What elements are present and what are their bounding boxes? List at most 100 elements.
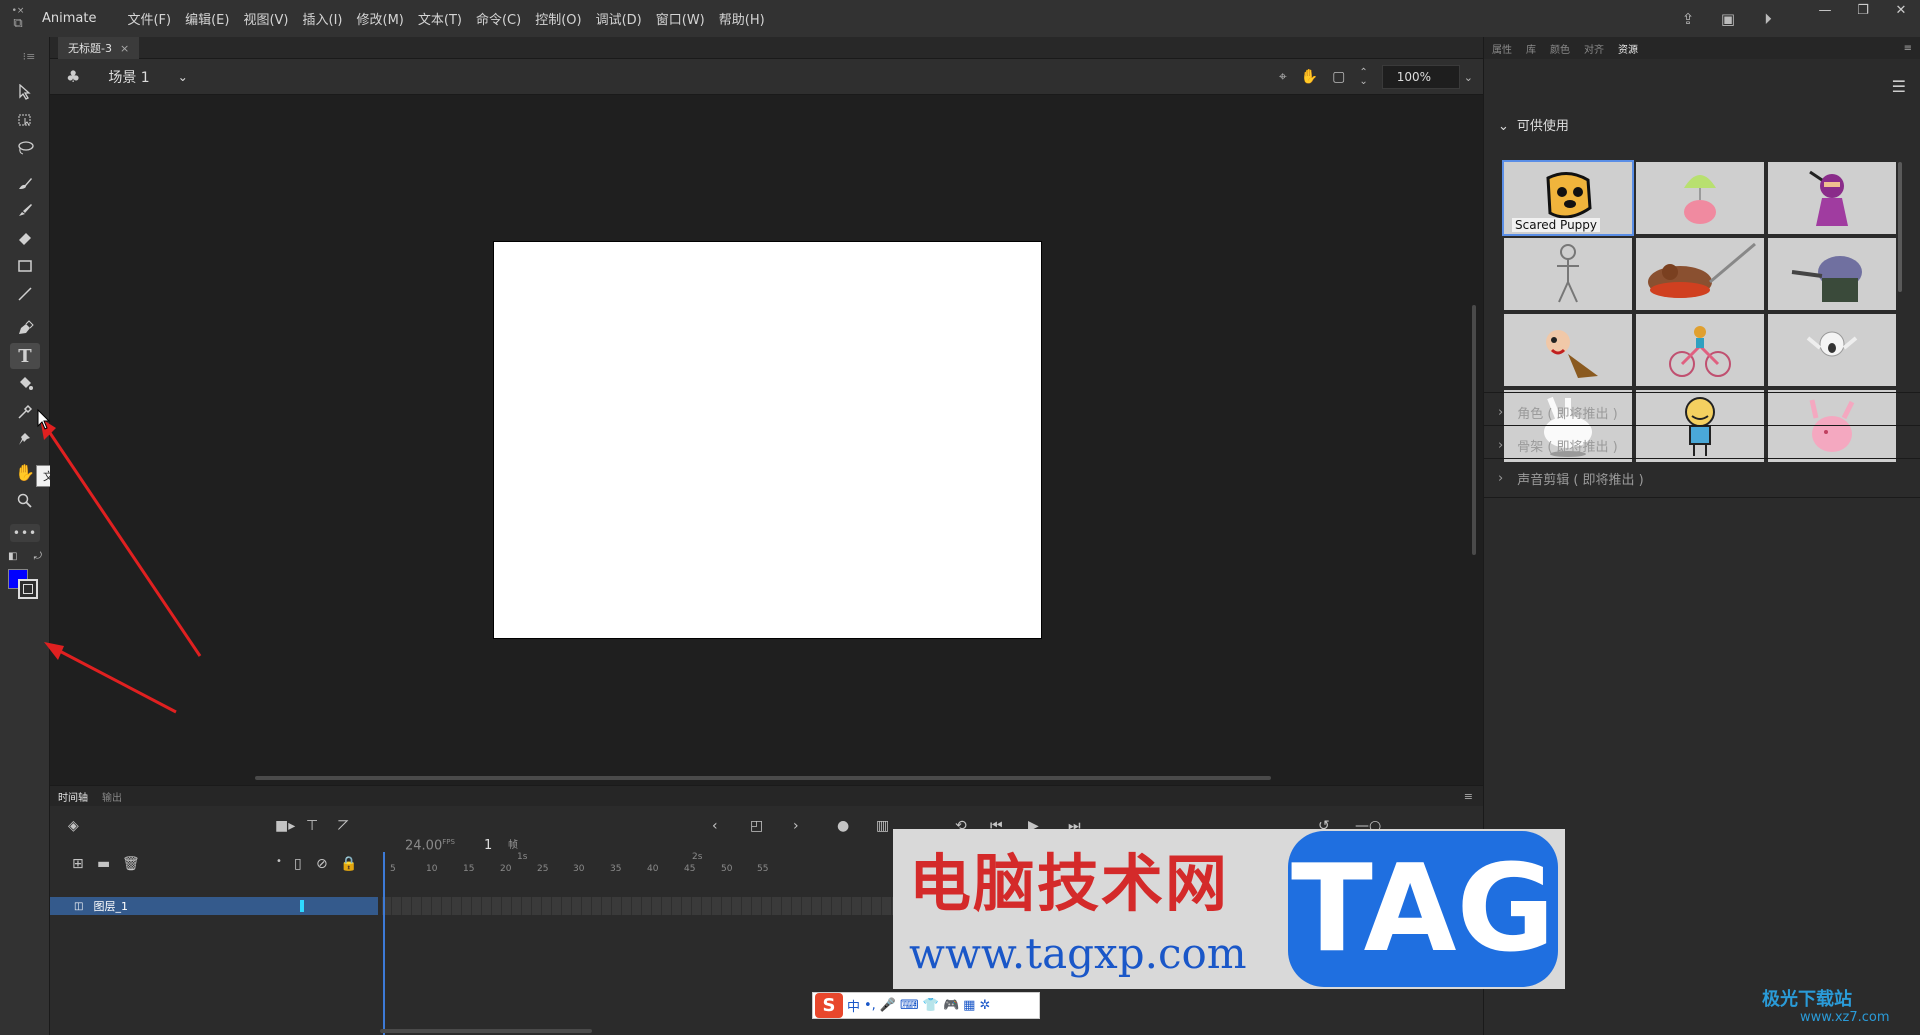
skin-icon[interactable]: 👕 xyxy=(923,998,939,1013)
stroke-color-swatch[interactable] xyxy=(18,579,38,599)
camera-icon[interactable]: ■▸ xyxy=(275,818,295,834)
paint-bucket-tool-icon[interactable] xyxy=(10,371,40,397)
hand-tool-icon[interactable]: ✋ xyxy=(10,459,40,485)
snap-center-icon[interactable]: ⌖ xyxy=(1279,69,1287,85)
insert-keyframe-icon[interactable]: ◰ xyxy=(750,818,763,834)
toolbar-collapse-icon[interactable]: ⁝≡ xyxy=(14,43,44,69)
clip-content-icon[interactable]: ▢ xyxy=(1332,69,1345,85)
scene-name[interactable]: 场景 1 xyxy=(108,67,149,87)
window-restore-button[interactable]: ❐ xyxy=(1844,0,1882,20)
asset-thumbnail[interactable] xyxy=(1504,238,1632,310)
apps-grid-icon[interactable]: ▦ xyxy=(963,998,975,1013)
stage-horizontal-scrollbar[interactable] xyxy=(255,776,1271,780)
tab-output[interactable]: 输出 xyxy=(102,789,122,804)
menu-control[interactable]: 控制(O) xyxy=(528,9,588,28)
menu-modify[interactable]: 修改(M) xyxy=(350,9,411,28)
brush-tool-icon[interactable] xyxy=(10,197,40,223)
new-folder-icon[interactable]: ▬ xyxy=(97,856,110,872)
ime-mode[interactable]: 中 xyxy=(847,996,860,1015)
rectangle-tool-icon[interactable] xyxy=(10,253,40,279)
menu-insert[interactable]: 插入(I) xyxy=(296,9,350,28)
tab-assets[interactable]: 资源 xyxy=(1618,41,1638,56)
asset-thumbnail[interactable] xyxy=(1768,238,1896,310)
window-minimize-button[interactable]: — xyxy=(1806,0,1844,20)
asset-thumbnail[interactable] xyxy=(1636,162,1764,234)
game-icon[interactable]: 🎮 xyxy=(943,998,959,1013)
ime-logo[interactable]: S xyxy=(815,993,843,1018)
layer-row[interactable]: ◫ 图层_1 xyxy=(50,897,378,915)
line-tool-icon[interactable] xyxy=(10,281,40,307)
asset-thumbnail[interactable] xyxy=(1636,238,1764,310)
menu-help[interactable]: 帮助(H) xyxy=(712,9,772,28)
eyedropper-tool-icon[interactable] xyxy=(10,399,40,425)
tab-library[interactable]: 库 xyxy=(1526,41,1536,56)
current-frame[interactable]: 1 xyxy=(484,838,492,853)
asset-thumbnail[interactable] xyxy=(1504,314,1632,386)
zoom-dropdown-icon[interactable]: ⌄ xyxy=(1464,71,1473,84)
layers-icon[interactable]: ◈ xyxy=(68,818,79,834)
timeline-menu-icon[interactable]: ≡ xyxy=(1464,790,1473,803)
graph-icon[interactable]: ⦢ xyxy=(338,818,349,834)
document-tab[interactable]: 无标题-3 × xyxy=(58,37,140,59)
tab-color[interactable]: 颜色 xyxy=(1550,41,1570,56)
layer-name[interactable]: 图层_1 xyxy=(93,898,128,914)
minimize-dots-icon[interactable]: •× xyxy=(12,6,25,16)
asset-thumbnail[interactable] xyxy=(1768,162,1896,234)
pin-tool-icon[interactable] xyxy=(10,426,40,452)
menu-debug[interactable]: 调试(D) xyxy=(589,9,649,28)
text-tool-icon[interactable]: T xyxy=(10,343,40,369)
tab-align[interactable]: 对齐 xyxy=(1584,41,1604,56)
asset-grid-scrollbar[interactable] xyxy=(1898,162,1902,292)
swap-colors-icon[interactable]: ⤾ xyxy=(34,551,42,565)
available-section-header[interactable]: ⌄ 可供使用 xyxy=(1498,115,1569,134)
outline-layers-icon[interactable]: ▯ xyxy=(294,856,302,872)
scene-clubs-icon[interactable]: ♣ xyxy=(66,67,80,86)
onion-skin-icon[interactable]: ● xyxy=(837,818,849,834)
stage-vertical-scrollbar[interactable] xyxy=(1472,305,1476,555)
zoom-tool-icon[interactable] xyxy=(10,487,40,513)
microphone-icon[interactable]: 🎤 xyxy=(880,998,896,1013)
menu-commands[interactable]: 命令(C) xyxy=(469,9,528,28)
window-close-button[interactable]: ✕ xyxy=(1882,0,1920,20)
test-movie-play-icon[interactable]: ⏵ xyxy=(1748,0,1788,37)
lasso-tool-icon[interactable] xyxy=(10,135,40,161)
timeline-horizontal-scrollbar[interactable] xyxy=(380,1029,592,1033)
menu-view[interactable]: 视图(V) xyxy=(236,9,295,28)
tab-timeline[interactable]: 时间轴 xyxy=(58,789,88,804)
zoom-stepper-icon[interactable]: ⌃ ⌄ xyxy=(1359,68,1367,87)
lock-layers-icon[interactable]: 🔒 xyxy=(340,856,357,872)
close-tab-icon[interactable]: × xyxy=(120,42,129,55)
menu-window[interactable]: 窗口(W) xyxy=(649,9,712,28)
default-colors-icon[interactable]: ◧ xyxy=(8,551,17,565)
menu-edit[interactable]: 编辑(E) xyxy=(178,9,236,28)
edit-multiple-frames-icon[interactable]: ▥ xyxy=(876,818,889,834)
menu-text[interactable]: 文本(T) xyxy=(411,9,469,28)
prev-keyframe-icon[interactable]: ‹ xyxy=(712,818,718,834)
asset-thumbnail[interactable] xyxy=(1768,314,1896,386)
pen-tool-icon[interactable] xyxy=(10,315,40,341)
zoom-input[interactable]: 100% xyxy=(1381,65,1460,89)
panel-menu-icon[interactable]: ≡ xyxy=(1904,43,1912,54)
hide-layers-icon[interactable]: ⊘ xyxy=(316,856,328,872)
settings-icon[interactable]: ✲ xyxy=(979,998,990,1013)
section-sound-clips[interactable]: › 声音剪辑 ( 即将推出 ) xyxy=(1484,458,1920,498)
selection-tool-icon[interactable] xyxy=(10,79,40,105)
eraser-tool-icon[interactable] xyxy=(10,225,40,251)
keyboard-icon[interactable]: ⌨ xyxy=(900,998,919,1013)
fluid-brush-tool-icon[interactable] xyxy=(10,170,40,196)
menu-file[interactable]: 文件(F) xyxy=(120,9,178,28)
list-view-icon[interactable]: ☰ xyxy=(1892,77,1906,96)
more-tools-icon[interactable]: ••• xyxy=(10,524,40,542)
stage-canvas[interactable] xyxy=(493,241,1042,639)
asset-thumbnail[interactable]: Scared Puppy xyxy=(1502,160,1634,236)
playhead[interactable] xyxy=(383,852,385,1035)
delete-layer-icon[interactable]: 🗑 xyxy=(122,856,140,872)
tab-properties[interactable]: 属性 xyxy=(1492,41,1512,56)
new-layer-icon[interactable]: ⊞ xyxy=(72,856,84,872)
workspace-layout-icon[interactable]: ▣ xyxy=(1708,0,1748,37)
layer-parenting-icon[interactable]: ⊤ xyxy=(306,818,318,834)
highlight-layers-icon[interactable]: • xyxy=(276,856,282,867)
chevron-down-icon[interactable]: ⌄ xyxy=(178,70,188,84)
next-keyframe-icon[interactable]: › xyxy=(793,818,799,834)
panel-toggle-icon[interactable]: ⧉ xyxy=(13,16,22,31)
